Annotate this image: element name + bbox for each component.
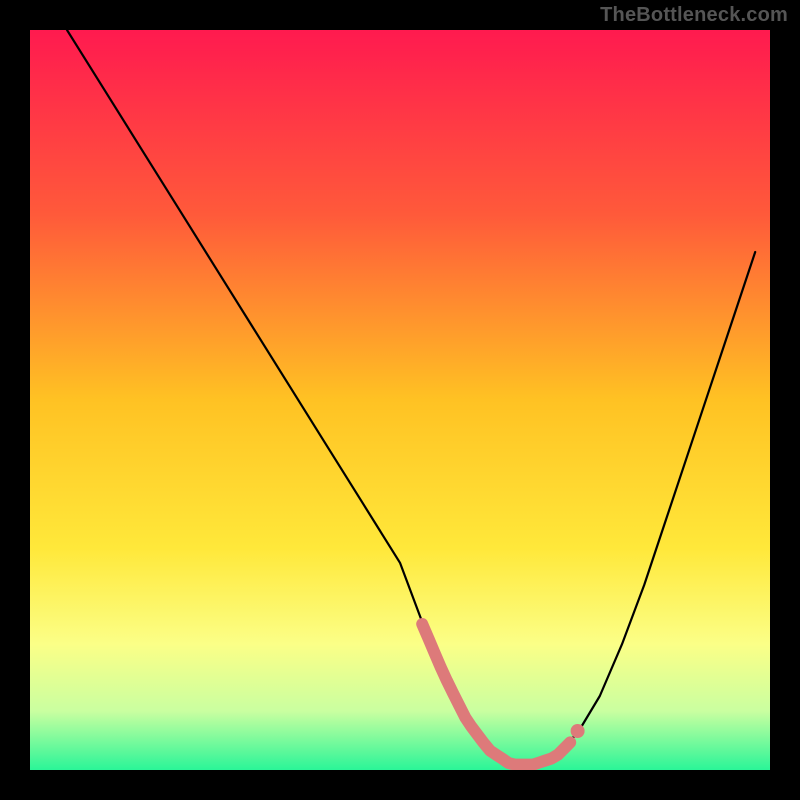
gradient-background [30,30,770,770]
chart-frame: TheBottleneck.com [0,0,800,800]
watermark-text: TheBottleneck.com [600,4,788,27]
marker-end-dot [571,724,585,738]
bottleneck-chart [0,0,800,800]
